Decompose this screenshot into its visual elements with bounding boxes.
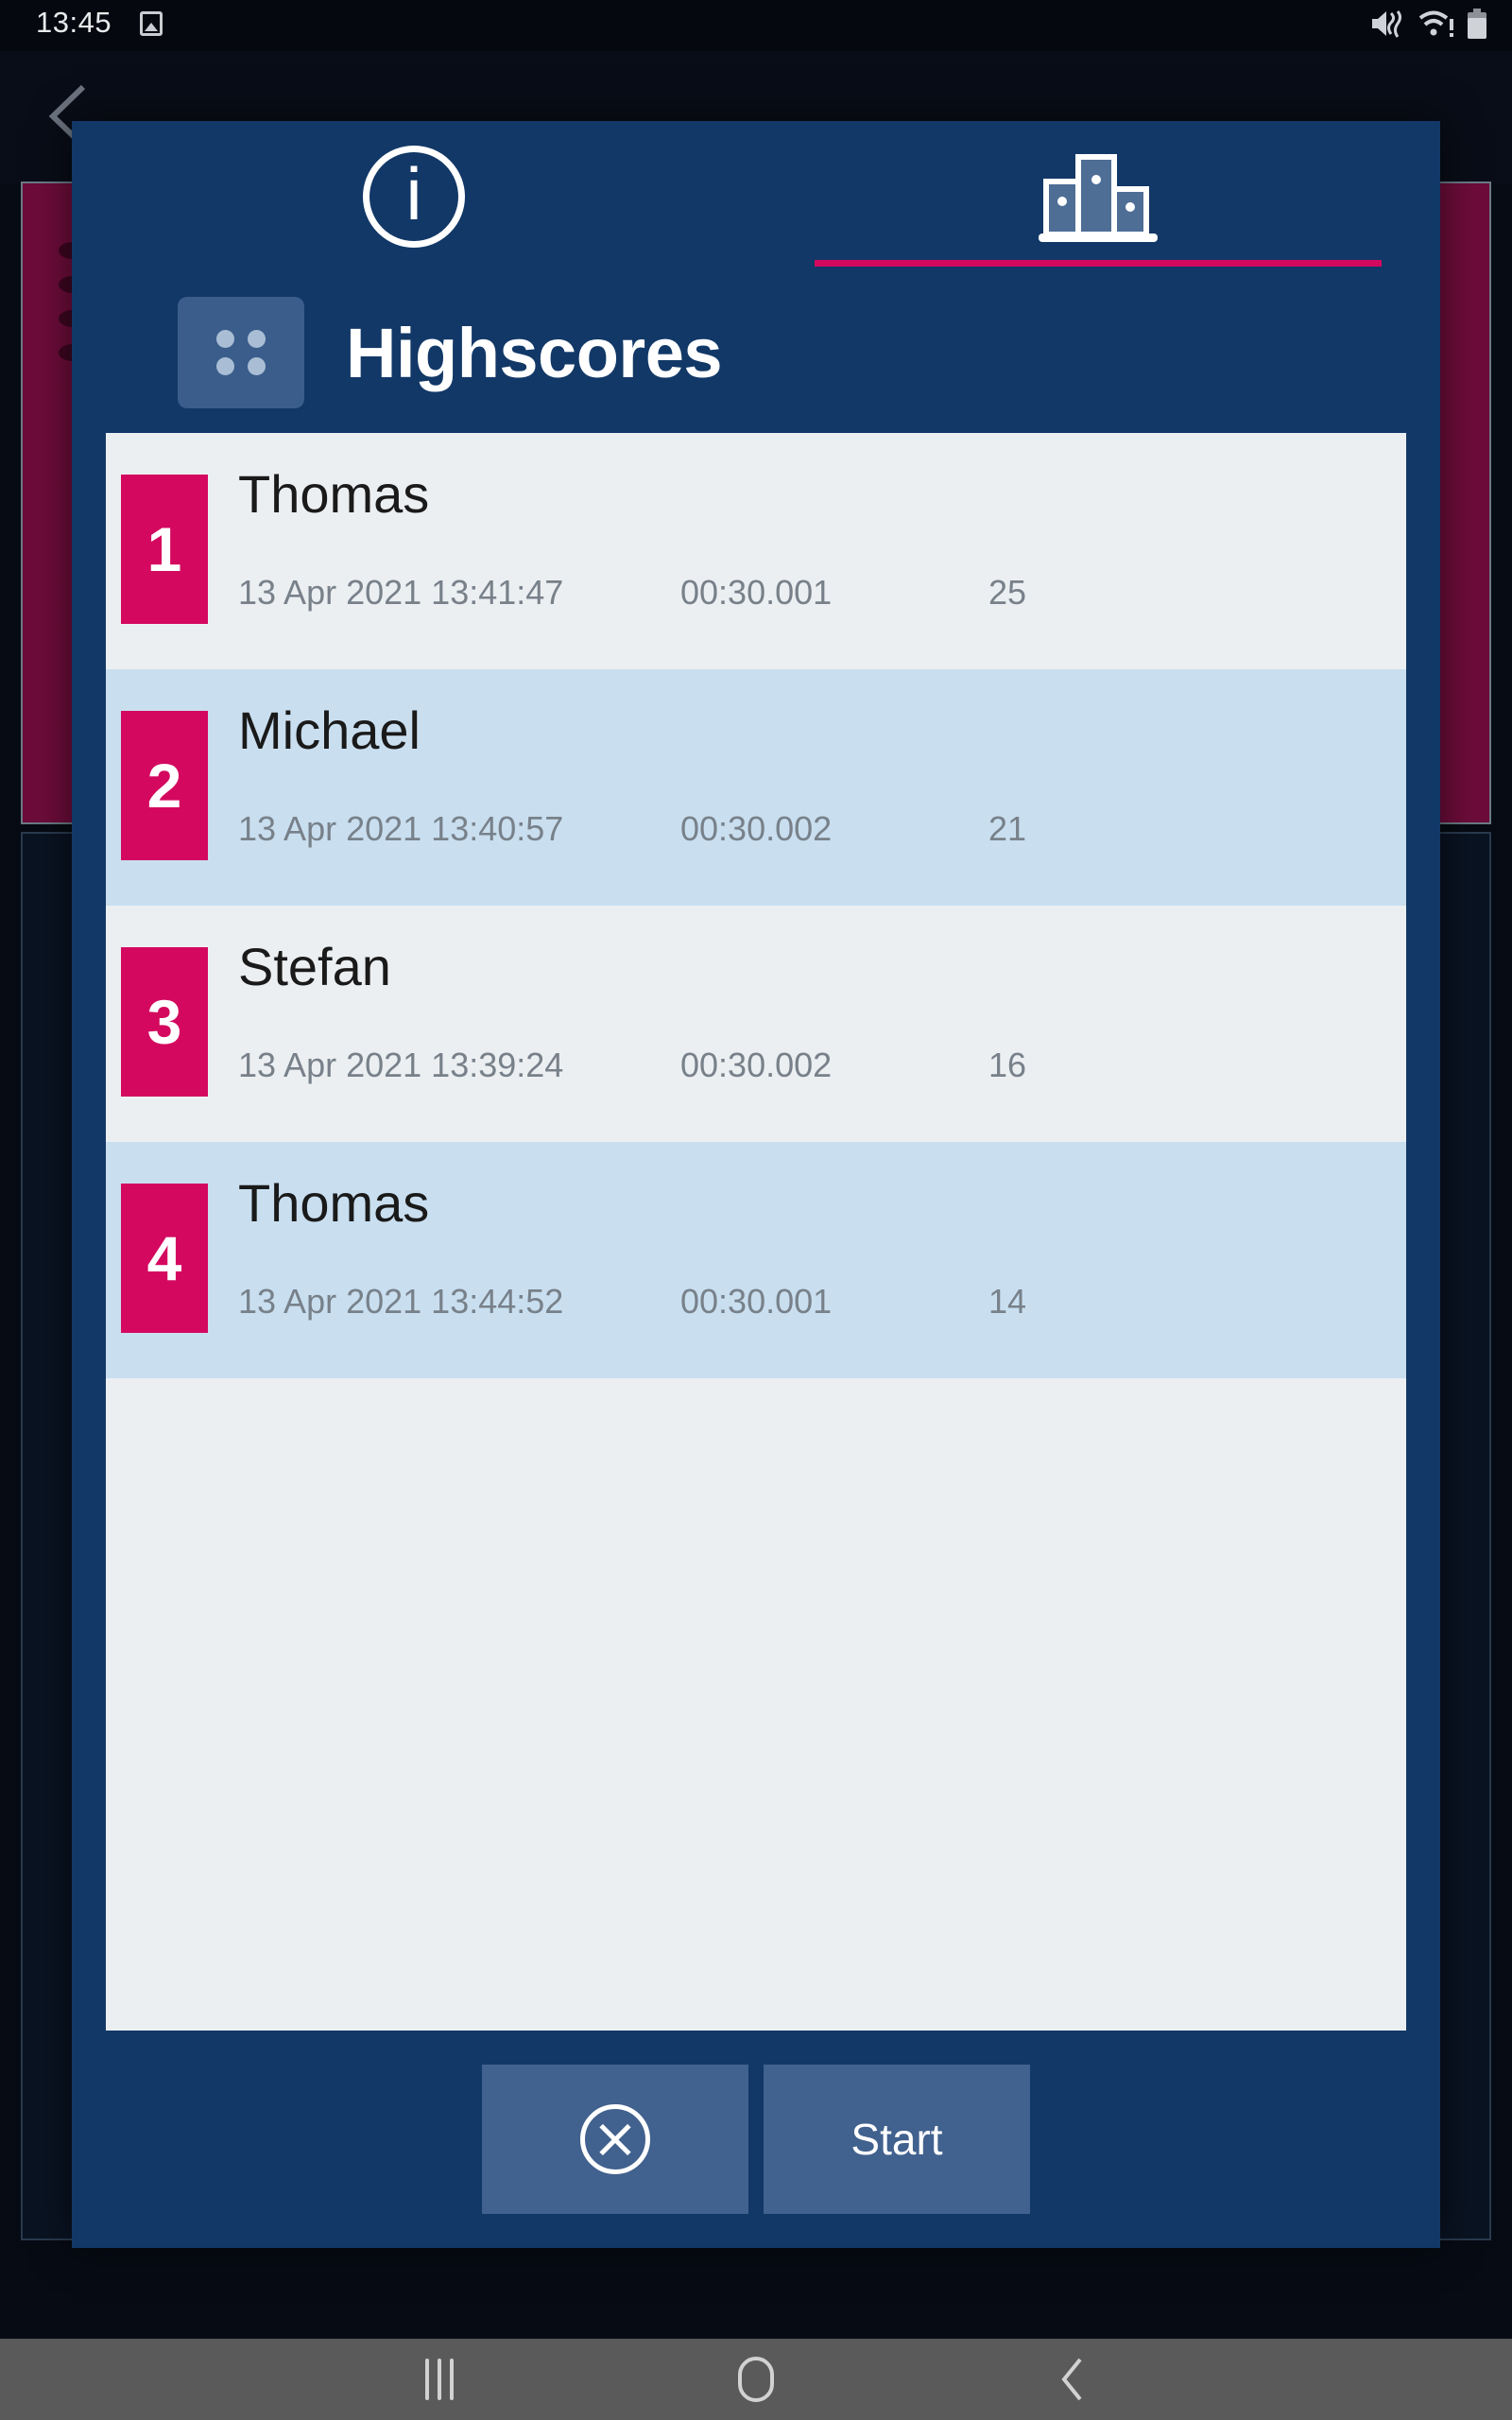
rank-badge: 2	[121, 711, 208, 860]
row-name: Thomas	[238, 464, 430, 524]
row-date: 13 Apr 2021 13:40:57	[238, 809, 564, 848]
screen: 13:45 i Highscores 1 Thomas 13 Apr 2021 …	[0, 0, 1512, 2420]
highscores-dialog: i Highscores 1 Thomas 13 Apr 2021 13:41:…	[72, 121, 1440, 2248]
home-icon[interactable]	[737, 2357, 774, 2402]
status-time: 13:45	[36, 6, 112, 39]
status-bar: 13:45	[0, 0, 1512, 51]
recents-icon[interactable]	[425, 2359, 455, 2400]
rank-badge: 3	[121, 947, 208, 1097]
row-date: 13 Apr 2021 13:41:47	[238, 573, 564, 612]
row-score: 14	[988, 1282, 1027, 1321]
row-time: 00:30.002	[680, 809, 833, 848]
row-score: 16	[988, 1046, 1027, 1084]
row-time: 00:30.001	[680, 1282, 833, 1321]
dialog-title-row: Highscores	[72, 272, 1440, 433]
table-row[interactable]: 2 Michael 13 Apr 2021 13:40:57 00:30.002…	[106, 669, 1406, 906]
wifi-alert-icon	[1418, 10, 1453, 37]
image-icon	[140, 11, 163, 36]
highscores-list[interactable]: 1 Thomas 13 Apr 2021 13:41:47 00:30.001 …	[106, 433, 1406, 2031]
row-date: 13 Apr 2021 13:39:24	[238, 1046, 564, 1084]
close-circle-icon	[580, 2104, 650, 2174]
table-row[interactable]: 1 Thomas 13 Apr 2021 13:41:47 00:30.001 …	[106, 433, 1406, 669]
row-time: 00:30.001	[680, 573, 833, 612]
page-title: Highscores	[346, 313, 723, 392]
row-name: Michael	[238, 700, 421, 760]
battery-icon	[1468, 9, 1486, 39]
table-row[interactable]: 3 Stefan 13 Apr 2021 13:39:24 00:30.002 …	[106, 906, 1406, 1142]
info-circle-icon: i	[363, 146, 465, 248]
dialog-footer: Start	[72, 2065, 1440, 2214]
active-tab-indicator	[815, 260, 1382, 267]
mute-vibrate-icon	[1372, 10, 1401, 38]
close-button[interactable]	[482, 2065, 748, 2214]
row-time: 00:30.002	[680, 1046, 833, 1084]
tab-info[interactable]: i	[72, 121, 756, 272]
dialog-tabs: i	[72, 121, 1440, 272]
rank-badge: 1	[121, 475, 208, 624]
row-name: Stefan	[238, 937, 391, 996]
podium-bar-chart-icon	[1039, 154, 1158, 242]
grid-dots-icon[interactable]	[178, 297, 304, 408]
row-score: 25	[988, 573, 1027, 612]
row-score: 21	[988, 809, 1027, 848]
status-icons	[1368, 8, 1487, 40]
row-name: Thomas	[238, 1173, 430, 1233]
tab-highscores[interactable]	[756, 121, 1440, 272]
row-date: 13 Apr 2021 13:44:52	[238, 1282, 564, 1321]
android-nav-bar	[0, 2339, 1512, 2420]
start-button[interactable]: Start	[764, 2065, 1030, 2214]
table-row[interactable]: 4 Thomas 13 Apr 2021 13:44:52 00:30.001 …	[106, 1142, 1406, 1378]
rank-badge: 4	[121, 1184, 208, 1333]
back-icon[interactable]	[1058, 2356, 1087, 2403]
